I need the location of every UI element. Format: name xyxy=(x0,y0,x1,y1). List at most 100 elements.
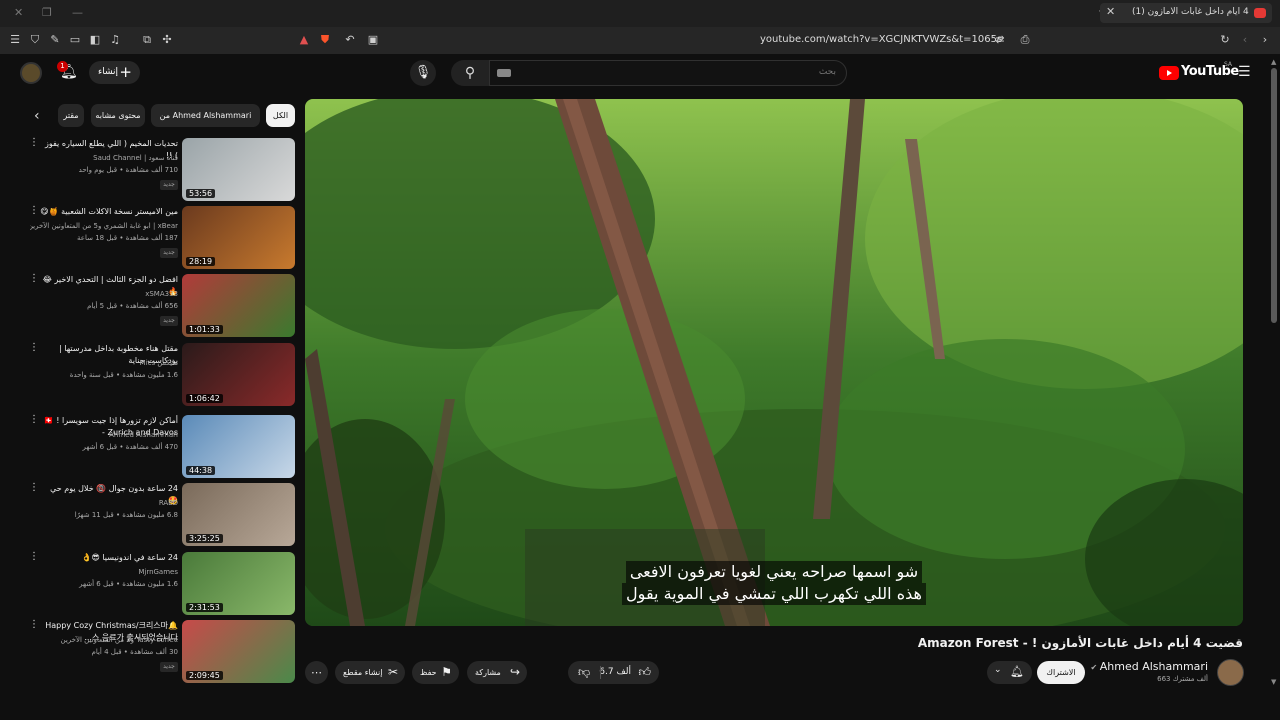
recommended-video[interactable]: 3:25:25 24 ساعة بدون جوال 📵 خلال يوم حي 🤩… xyxy=(0,483,300,549)
recommended-video[interactable]: 53:56 تحديات المخيم ( اللي يطلع السياره ي… xyxy=(0,138,300,204)
notification-preference-button[interactable]: 🔔︎ ⌄ xyxy=(987,661,1032,684)
recommended-video[interactable]: 1:01:33 افضل دو الجزء الثالث | التحدي الا… xyxy=(0,274,300,340)
channel-name[interactable]: xSMA333 xyxy=(30,290,178,298)
tabs-icon[interactable]: ▭ xyxy=(68,33,82,47)
share-icon: ↪ xyxy=(509,665,520,679)
video-thumbnail[interactable]: 2:09:45 xyxy=(182,620,295,683)
share-button[interactable]: ↪ مشاركة xyxy=(467,661,527,684)
account-avatar[interactable] xyxy=(20,62,42,84)
sidebar-icon[interactable]: ◧ xyxy=(88,33,102,47)
recommended-video[interactable]: 28:19 مين الاميستر نسخة الاكلات الشعبية 🍯… xyxy=(0,206,300,272)
bookmark-icon[interactable]: ⎙ xyxy=(1018,33,1032,47)
recommended-video[interactable]: 44:38 أماكن لازم تزورها إذا جيت سويسرا ! … xyxy=(0,415,300,481)
scroll-up-icon[interactable]: ▲ xyxy=(1271,58,1276,66)
extensions-icon[interactable]: ✣ xyxy=(160,33,174,47)
chip-similar[interactable]: محتوى مشابه xyxy=(91,104,145,127)
scroll-down-icon[interactable]: ▼ xyxy=(1271,678,1276,686)
menu-icon[interactable]: ☰ xyxy=(8,33,22,47)
subscribe-button[interactable]: الاشتراك xyxy=(1037,661,1085,684)
more-options-icon[interactable]: ⋮ xyxy=(29,415,39,425)
forward-icon[interactable]: › xyxy=(1258,33,1272,47)
like-icon[interactable]: 👍︎ xyxy=(638,665,651,680)
recommended-video[interactable]: 1:06:42 مقتل هناء مخطوبة بداخل مدرستها | … xyxy=(0,343,300,409)
chip-more[interactable]: مقتر xyxy=(58,104,84,127)
video-thumbnail[interactable]: 44:38 xyxy=(182,415,295,478)
window-maximize-icon[interactable]: ❐ xyxy=(42,6,52,19)
shield-icon[interactable]: ⛉ xyxy=(28,33,42,47)
clip-button[interactable]: ✂ إنشاء مقطع xyxy=(335,661,405,684)
video-thumbnail[interactable]: 28:19 xyxy=(182,206,295,269)
video-thumbnail[interactable]: 1:06:42 xyxy=(182,343,295,406)
more-options-icon[interactable]: ⋮ xyxy=(29,343,39,353)
like-count[interactable]: 6.7 ألف xyxy=(599,667,631,677)
window-minimize-icon[interactable]: — xyxy=(72,6,83,19)
channel-name[interactable]: قناة سعود | Saud Channel xyxy=(30,154,178,162)
site-settings-icon[interactable]: ⇄ xyxy=(993,33,1007,47)
video-title: قضيت 4 أيام داخل غابات الأمازون ! - Amaz… xyxy=(917,636,1243,650)
chip-all[interactable]: الكل xyxy=(266,104,295,127)
reload-icon[interactable]: ↻ xyxy=(1218,33,1232,47)
video-duration: 2:31:53 xyxy=(186,603,223,612)
channel-name[interactable]: ✔︎ Ahmed Alshammari xyxy=(1091,660,1208,673)
more-options-icon[interactable]: ⋮ xyxy=(29,206,39,216)
chips-next-chevron-icon[interactable]: ‹ xyxy=(34,108,40,124)
page-scrollbar[interactable] xyxy=(1271,68,1277,323)
more-options-icon[interactable]: ⋮ xyxy=(29,274,39,284)
video-thumbnail[interactable]: 53:56 xyxy=(182,138,295,201)
more-options-icon[interactable]: ⋮ xyxy=(29,552,39,562)
window-close-icon[interactable]: ✕ xyxy=(14,6,23,19)
browser-tab[interactable]: ✕ (1) قضيت 4 أيام داخل غابات الأمازون xyxy=(1100,3,1272,23)
tab-close-icon[interactable]: ✕ xyxy=(1106,5,1115,18)
channel-name[interactable]: مايكس Mics xyxy=(30,359,178,367)
video-thumbnail[interactable]: 2:31:53 xyxy=(182,552,295,615)
dislike-icon[interactable]: 👎︎ xyxy=(578,665,590,680)
video-thumbnail[interactable]: 1:01:33 xyxy=(182,274,295,337)
search-button[interactable]: ⚲ xyxy=(451,60,489,86)
recommended-video[interactable]: 2:31:53 24 ساعة في اندونيسيا 😎👌 MjrnGames 1… xyxy=(0,552,300,618)
warning-icon[interactable]: ▲ xyxy=(297,33,311,47)
more-options-icon[interactable]: ⋮ xyxy=(29,620,39,630)
voice-search-mic-icon[interactable]: 🎙︎ xyxy=(410,60,436,86)
bell-icon: 🔔︎ xyxy=(1010,665,1024,678)
search-input[interactable]: بحث xyxy=(489,60,847,86)
more-options-icon[interactable]: ⋮ xyxy=(29,483,39,493)
notifications-bell-icon[interactable]: 🔔︎ 1 xyxy=(57,61,78,80)
search-icon: ⚲ xyxy=(464,65,476,81)
create-button[interactable]: إنشاء + xyxy=(89,61,140,84)
channel-name[interactable]: RAED xyxy=(30,499,178,507)
video-meta: 6.8 مليون مشاهدة • قبل 11 شهرًا xyxy=(74,511,178,519)
video-player[interactable]: شو اسمها صراحه يعني لغويا تعرفون الافعى … xyxy=(305,99,1243,626)
channel-name[interactable]: Tasty coffee و2 من المتعاونين الآخرين xyxy=(30,636,179,644)
address-bar[interactable]: youtube.com/watch?v=XGCJNKTVWZs&t=1065s xyxy=(760,34,1002,45)
tab-title: (1) قضيت 4 أيام داخل غابات الأمازون xyxy=(1132,7,1250,17)
new-badge: جديد xyxy=(160,316,178,326)
screenshot-icon[interactable]: ⧉ xyxy=(140,33,154,47)
back-icon[interactable]: ‹ xyxy=(1238,33,1252,47)
music-icon[interactable]: ♫ xyxy=(108,33,122,47)
youtube-play-icon xyxy=(1159,66,1179,80)
video-thumbnail[interactable]: 3:25:25 xyxy=(182,483,295,546)
video-title[interactable]: مين الاميستر نسخة الاكلات الشعبية 🍯😋 xyxy=(40,206,178,218)
channel-name[interactable]: Ahmed Alshammari xyxy=(30,431,178,439)
recommended-video[interactable]: 2:09:45 🔔Happy Cozy Christmas/크리스마스 음료가 출… xyxy=(0,620,300,686)
share-page-icon[interactable]: ↶ xyxy=(343,33,357,47)
more-options-icon[interactable]: ⋮ xyxy=(29,138,39,148)
video-duration: 28:19 xyxy=(186,257,216,266)
keyboard-icon[interactable] xyxy=(497,69,511,77)
channel-avatar[interactable] xyxy=(1217,659,1244,686)
guide-menu-icon[interactable]: ☰ xyxy=(1238,64,1251,80)
channel-name[interactable]: MjrnGames xyxy=(30,568,178,576)
pen-icon[interactable]: ✎ xyxy=(48,33,62,47)
channel-name[interactable]: xBear | ابو غابة الشمري و5 من المتعاونين… xyxy=(30,222,178,230)
video-title[interactable]: 24 ساعة في اندونيسيا 😎👌 xyxy=(40,552,179,564)
chevron-down-icon: ⌄ xyxy=(994,665,1002,675)
picture-in-picture-icon[interactable]: ▣ xyxy=(366,33,380,47)
more-actions-icon[interactable]: ⋯ xyxy=(305,661,328,684)
browser-toolbar: ☰ ⛉ ✎ ▭ ◧ ♫ ⧉ ✣ ▲ ⛊ ↶ ▣ youtube.com/watc… xyxy=(0,27,1280,54)
video-meta: 656 ألف مشاهدة • قبل 5 أيام xyxy=(87,302,178,310)
save-button[interactable]: ⚑ حفظ xyxy=(412,661,459,684)
chip-from-channel[interactable]: من Ahmed Alshammari xyxy=(151,104,260,127)
brave-shield-icon[interactable]: ⛊ xyxy=(318,33,332,47)
browser-tab-bar: ✕ ❐ — + ✕ (1) قضيت 4 أيام داخل غابات الأ… xyxy=(0,0,1280,27)
caption-line-2: هذه اللي تكهرب اللي تمشي في الموية يقول xyxy=(622,583,926,605)
